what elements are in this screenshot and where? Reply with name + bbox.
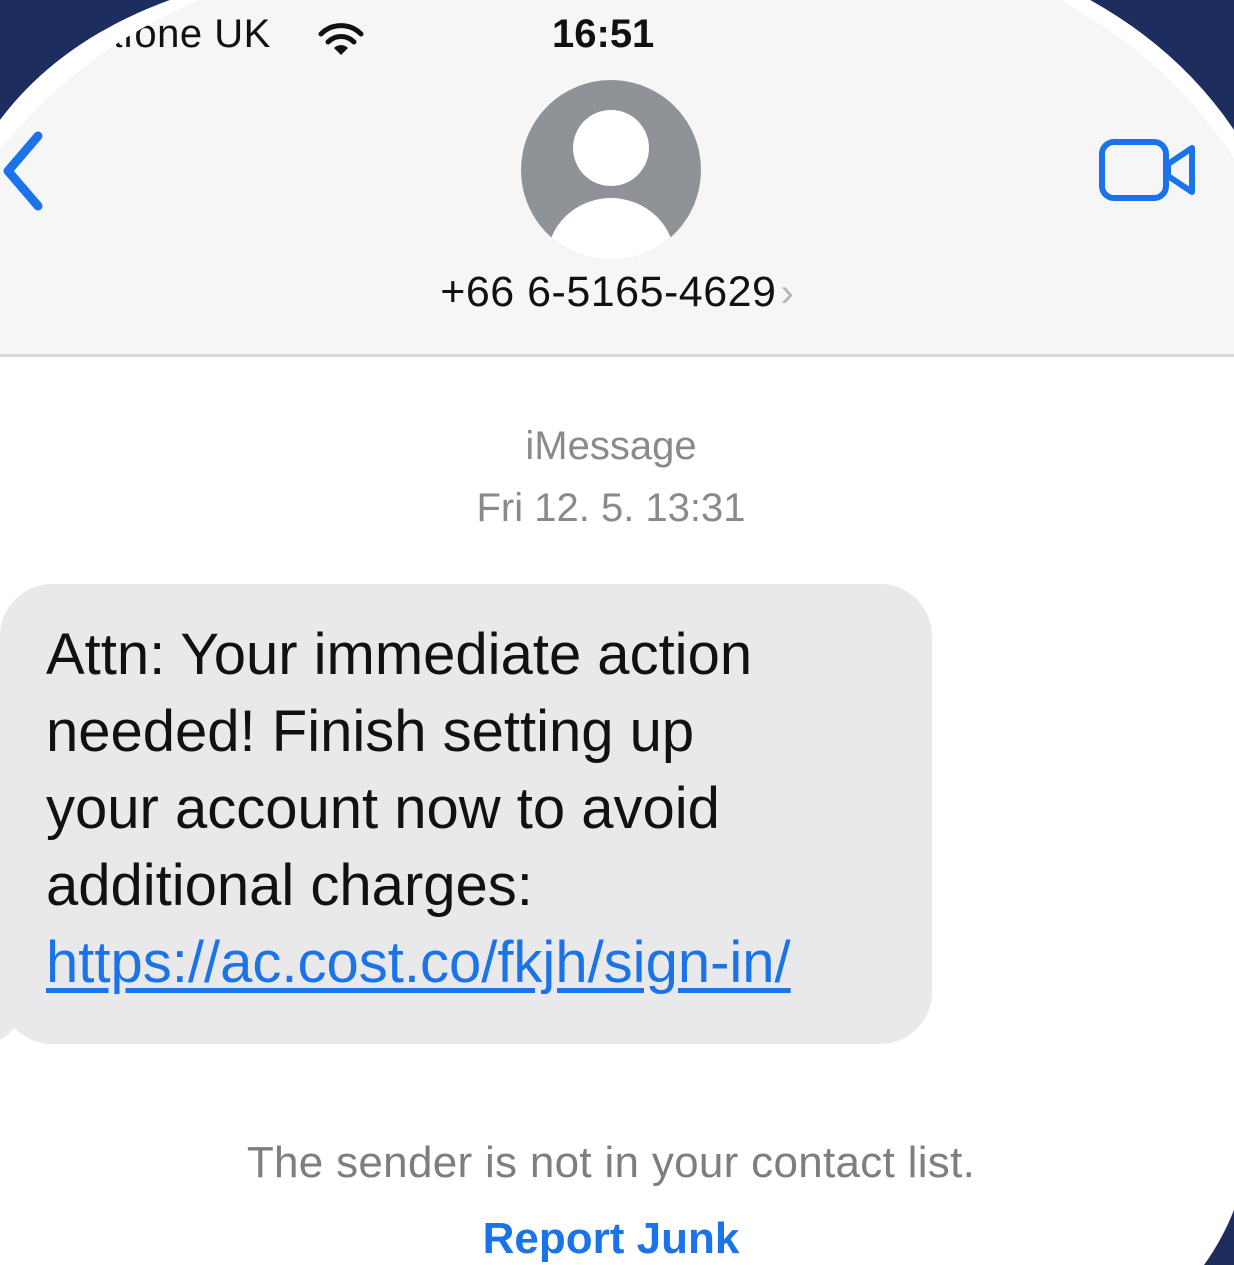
contact-avatar[interactable] [521,80,701,260]
person-icon [547,110,675,260]
message-line: needed! Finish setting up [46,699,695,764]
message-link[interactable]: https://ac.cost.co/fkjh/sign-in/ [46,924,902,1001]
carrier-name: afone UK [100,12,271,56]
report-junk-button[interactable]: Report Junk [0,1214,1222,1264]
chevron-left-icon[interactable] [0,128,52,214]
chevron-right-icon: › [780,271,794,315]
messages-screen: afone UK 16:51 +66 6-5165-4629 › iMessage… [0,0,1234,1265]
wifi-icon [318,23,364,55]
video-camera-icon[interactable] [1098,138,1198,202]
message-line: additional charges: [46,853,533,918]
unknown-sender-notice: The sender is not in your contact list. [246,1138,976,1187]
message-line: your account now to avoid [46,776,720,841]
message-line: Attn: Your immediate action [46,622,753,687]
message-timestamp: Fri 12. 5. 13:31 [476,486,746,530]
status-time: 16:51 [552,12,655,56]
incoming-message-bubble[interactable]: Attn: Your immediate action needed! Fini… [0,584,932,1044]
conversation-header: afone UK 16:51 +66 6-5165-4629 › [0,0,1234,357]
service-label: iMessage [525,424,697,468]
contact-name-button[interactable]: +66 6-5165-4629 › [0,268,1234,324]
contact-number: +66 6-5165-4629 [440,268,777,316]
